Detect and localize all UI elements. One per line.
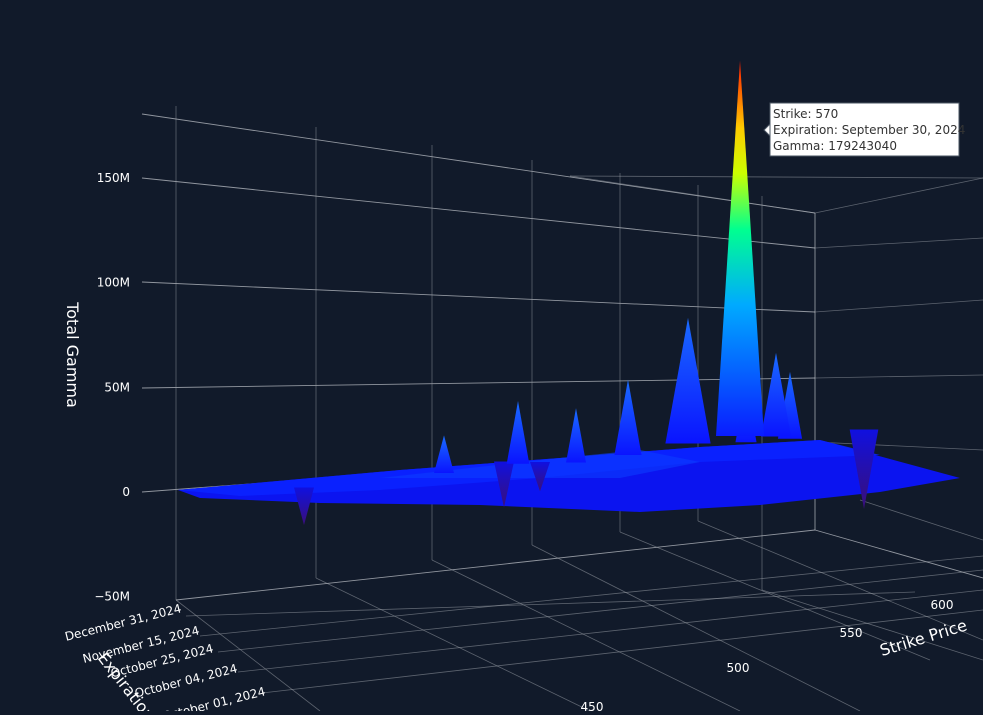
gamma-spike[interactable] [716, 60, 764, 436]
z-grid-top-right [814, 177, 983, 214]
floor-back-edge [175, 529, 816, 601]
z-grid-50m [141, 377, 816, 389]
z-grid-100m-right [814, 299, 983, 313]
gamma-surface-chart[interactable]: 150M 100M 50M 0 −50M Total Gamma Strike Pric… [0, 0, 983, 715]
z-axis-title: Total Gamma [63, 301, 82, 408]
tooltip-pointer [763, 122, 771, 138]
x-tick-label: 600 [931, 598, 954, 612]
z-grid-150m-right [814, 237, 983, 249]
chart-canvas[interactable]: 150M 100M 50M 0 −50M Total Gamma Strike Pric… [0, 0, 983, 715]
gamma-spike[interactable] [614, 379, 642, 455]
floor-y-line-5 [261, 609, 983, 694]
grid-back-wall [141, 106, 983, 600]
x-tick-label: 500 [727, 661, 750, 675]
tooltip-strike: Strike: 570 [773, 107, 838, 121]
top-grid-edge-2 [569, 175, 816, 214]
floor-x-line-3 [531, 544, 861, 712]
z-grid-100m [141, 281, 816, 313]
z-tick-label: −50M [94, 590, 130, 604]
gamma-spike[interactable] [566, 408, 586, 463]
z-tick-label: 0 [122, 485, 130, 499]
tooltip-gamma: Gamma: 179243040 [773, 139, 897, 153]
floor-x-line-1 [315, 577, 591, 712]
gamma-spike[interactable] [665, 317, 711, 444]
y-axis-ticks: October 01, 2024October 04, 2024October … [63, 601, 266, 715]
hover-tooltip: Strike: 570 Expiration: September 30, 20… [763, 102, 965, 157]
floor-y-line-2 [199, 555, 983, 637]
z-grid-150m [141, 177, 816, 249]
gamma-spike[interactable] [294, 487, 314, 526]
floor-right-line [859, 499, 983, 541]
grid-floor [175, 499, 983, 712]
z-tick-label: 50M [104, 380, 130, 394]
z-tick-label: 150M [97, 171, 130, 185]
x-axis-title: Strike Price [878, 615, 970, 660]
x-tick-label: 550 [840, 626, 863, 640]
tooltip-expiration: Expiration: September 30, 2024 [773, 123, 965, 137]
z-grid-50m-right [814, 374, 983, 379]
gamma-spike[interactable] [434, 435, 454, 473]
z-axis-ticks: 150M 100M 50M 0 −50M [94, 171, 130, 604]
z-tick-label: 100M [97, 276, 130, 290]
x-tick-label: 450 [581, 700, 604, 711]
gamma-spike[interactable] [506, 400, 530, 464]
floor-x-line-2 [431, 559, 741, 712]
top-grid-edge [569, 175, 983, 179]
